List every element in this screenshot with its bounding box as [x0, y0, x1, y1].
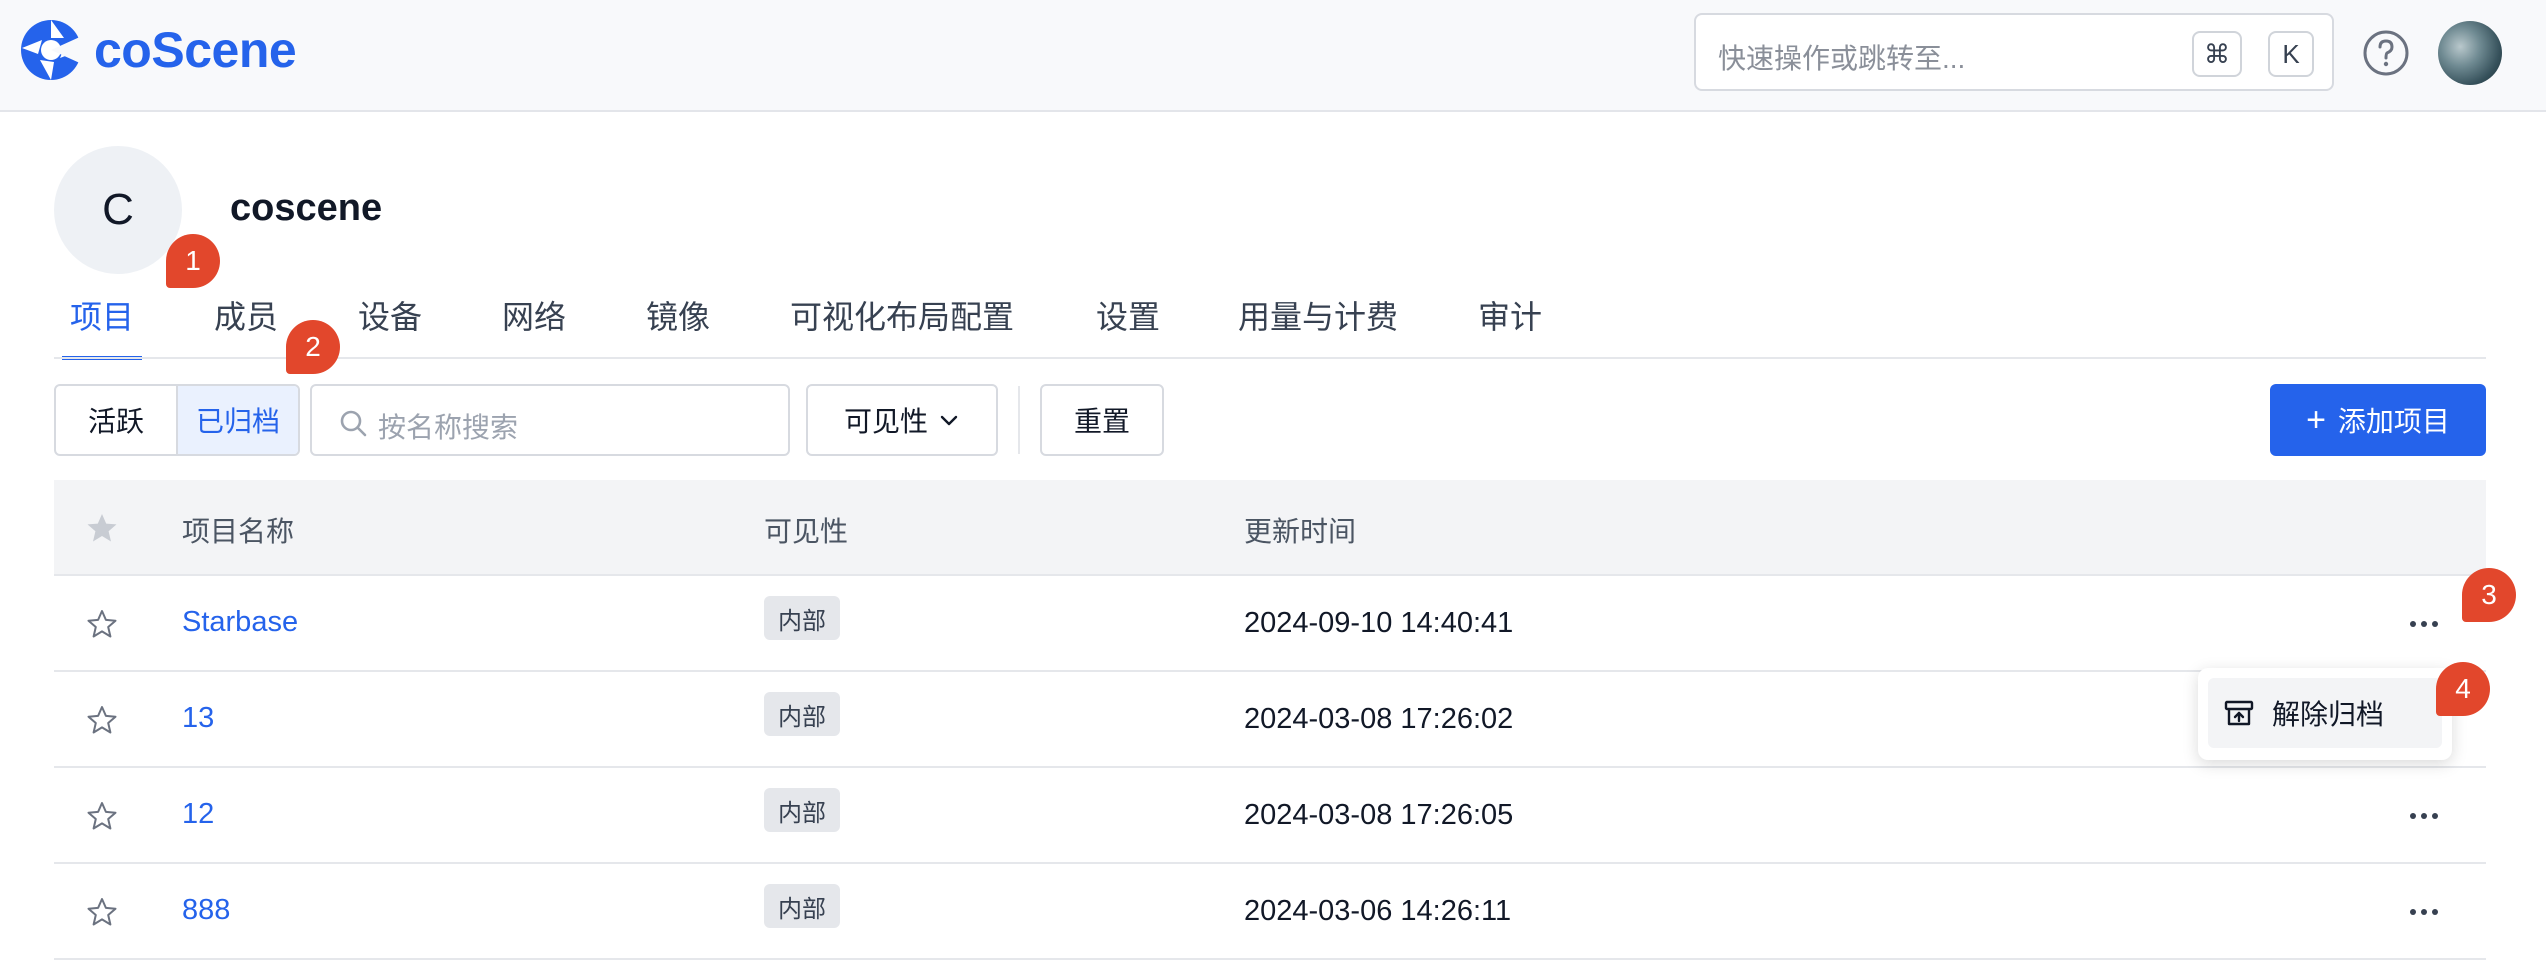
add-project-label: 添加项目 [2337, 406, 2450, 437]
command-key-hint: ⌘ [2192, 31, 2242, 77]
step-marker-1: 1 [166, 234, 220, 288]
column-header-visibility[interactable]: 可见性 [764, 510, 848, 550]
quick-search-placeholder: 快速操作或跳转至... [1718, 43, 1966, 74]
reset-button[interactable]: 重置 [1040, 384, 1164, 456]
star-outline-icon[interactable] [86, 704, 118, 736]
top-bar: coScene 快速操作或跳转至... ⌘ K [0, 0, 2546, 112]
star-outline-icon[interactable] [86, 896, 118, 928]
step-marker-4: 4 [2436, 662, 2490, 716]
add-project-button[interactable]: + 添加项目 [2270, 384, 2486, 456]
project-name-link[interactable]: 888 [182, 894, 230, 927]
search-placeholder: 按名称搜索 [378, 412, 519, 443]
tab-settings[interactable]: 设置 [1096, 292, 1160, 354]
more-horizontal-icon [2410, 909, 2438, 915]
chevron-down-icon [940, 415, 958, 426]
org-name: coscene [230, 187, 383, 229]
more-horizontal-icon [2410, 813, 2438, 819]
star-filled-icon [87, 514, 117, 542]
visibility-badge: 内部 [764, 788, 840, 832]
row-actions-menu: 解除归档 [2198, 668, 2452, 760]
step-marker-2: 2 [286, 320, 340, 374]
visibility-filter-dropdown[interactable]: 可见性 [806, 384, 998, 456]
visibility-filter-label: 可见性 [843, 406, 928, 437]
column-header-name[interactable]: 项目名称 [182, 510, 294, 550]
tab-images[interactable]: 镜像 [646, 292, 710, 354]
tab-members[interactable]: 成员 [214, 292, 278, 354]
unarchive-label: 解除归档 [2272, 699, 2385, 730]
more-actions-button[interactable] [2402, 798, 2446, 834]
tab-network[interactable]: 网络 [502, 292, 566, 354]
column-header-updated[interactable]: 更新时间 [1244, 510, 1356, 550]
tab-devices[interactable]: 设备 [358, 292, 422, 354]
search-icon [340, 410, 367, 437]
table-row[interactable]: 888 内部 2024-03-06 14:26:11 [54, 864, 2486, 960]
user-avatar[interactable] [2438, 21, 2502, 85]
visibility-badge: 内部 [764, 596, 840, 640]
org-avatar: C [54, 146, 182, 274]
segment-active[interactable]: 活跃 [56, 386, 176, 454]
updated-time: 2024-03-06 14:26:11 [1244, 895, 1512, 927]
tab-audit[interactable]: 审计 [1478, 292, 1542, 354]
quick-search-input[interactable]: 快速操作或跳转至... ⌘ K [1694, 13, 2334, 91]
unarchive-box-icon [2224, 700, 2254, 726]
tab-layout-config[interactable]: 可视化布局配置 [790, 292, 1014, 354]
segment-archived[interactable]: 已归档 [176, 386, 299, 454]
more-actions-button[interactable] [2402, 894, 2446, 930]
k-key-hint: K [2268, 31, 2314, 77]
unarchive-menu-item[interactable]: 解除归档 [2208, 678, 2442, 748]
app-logo-text: coScene [94, 22, 297, 78]
visibility-badge: 内部 [764, 884, 840, 928]
project-name-link[interactable]: 12 [182, 798, 214, 831]
app-logo[interactable]: coScene [20, 18, 297, 82]
org-avatar-letter: C [102, 185, 134, 234]
coscene-logo-icon [21, 20, 82, 80]
plus-icon: + [2306, 401, 2326, 439]
tab-projects[interactable]: 项目 [61, 292, 143, 360]
table-row[interactable]: 13 内部 2024-03-08 17:26:02 [54, 672, 2486, 768]
toolbar-divider [1018, 386, 1020, 454]
tab-usage-billing[interactable]: 用量与计费 [1238, 292, 1398, 354]
project-name-link[interactable]: 13 [182, 702, 214, 735]
more-actions-button[interactable] [2402, 606, 2446, 642]
updated-time: 2024-03-08 17:26:02 [1244, 703, 1514, 735]
status-segment: 活跃 已归档 [54, 384, 301, 456]
table-row[interactable]: 12 内部 2024-03-08 17:26:05 [54, 768, 2486, 864]
step-marker-3: 3 [2462, 568, 2516, 622]
more-horizontal-icon [2410, 621, 2438, 627]
project-search-input[interactable]: 按名称搜索 [310, 384, 790, 456]
help-icon[interactable] [2362, 29, 2410, 77]
updated-time: 2024-09-10 14:40:41 [1244, 607, 1514, 639]
project-name-link[interactable]: Starbase [182, 606, 298, 639]
visibility-badge: 内部 [764, 692, 840, 736]
table-header: 项目名称 可见性 更新时间 [54, 480, 2486, 576]
tabs-divider [54, 357, 2486, 359]
star-outline-icon[interactable] [86, 800, 118, 832]
star-outline-icon[interactable] [86, 608, 118, 640]
updated-time: 2024-03-08 17:26:05 [1244, 799, 1514, 831]
table-row[interactable]: Starbase 内部 2024-09-10 14:40:41 [54, 576, 2486, 672]
